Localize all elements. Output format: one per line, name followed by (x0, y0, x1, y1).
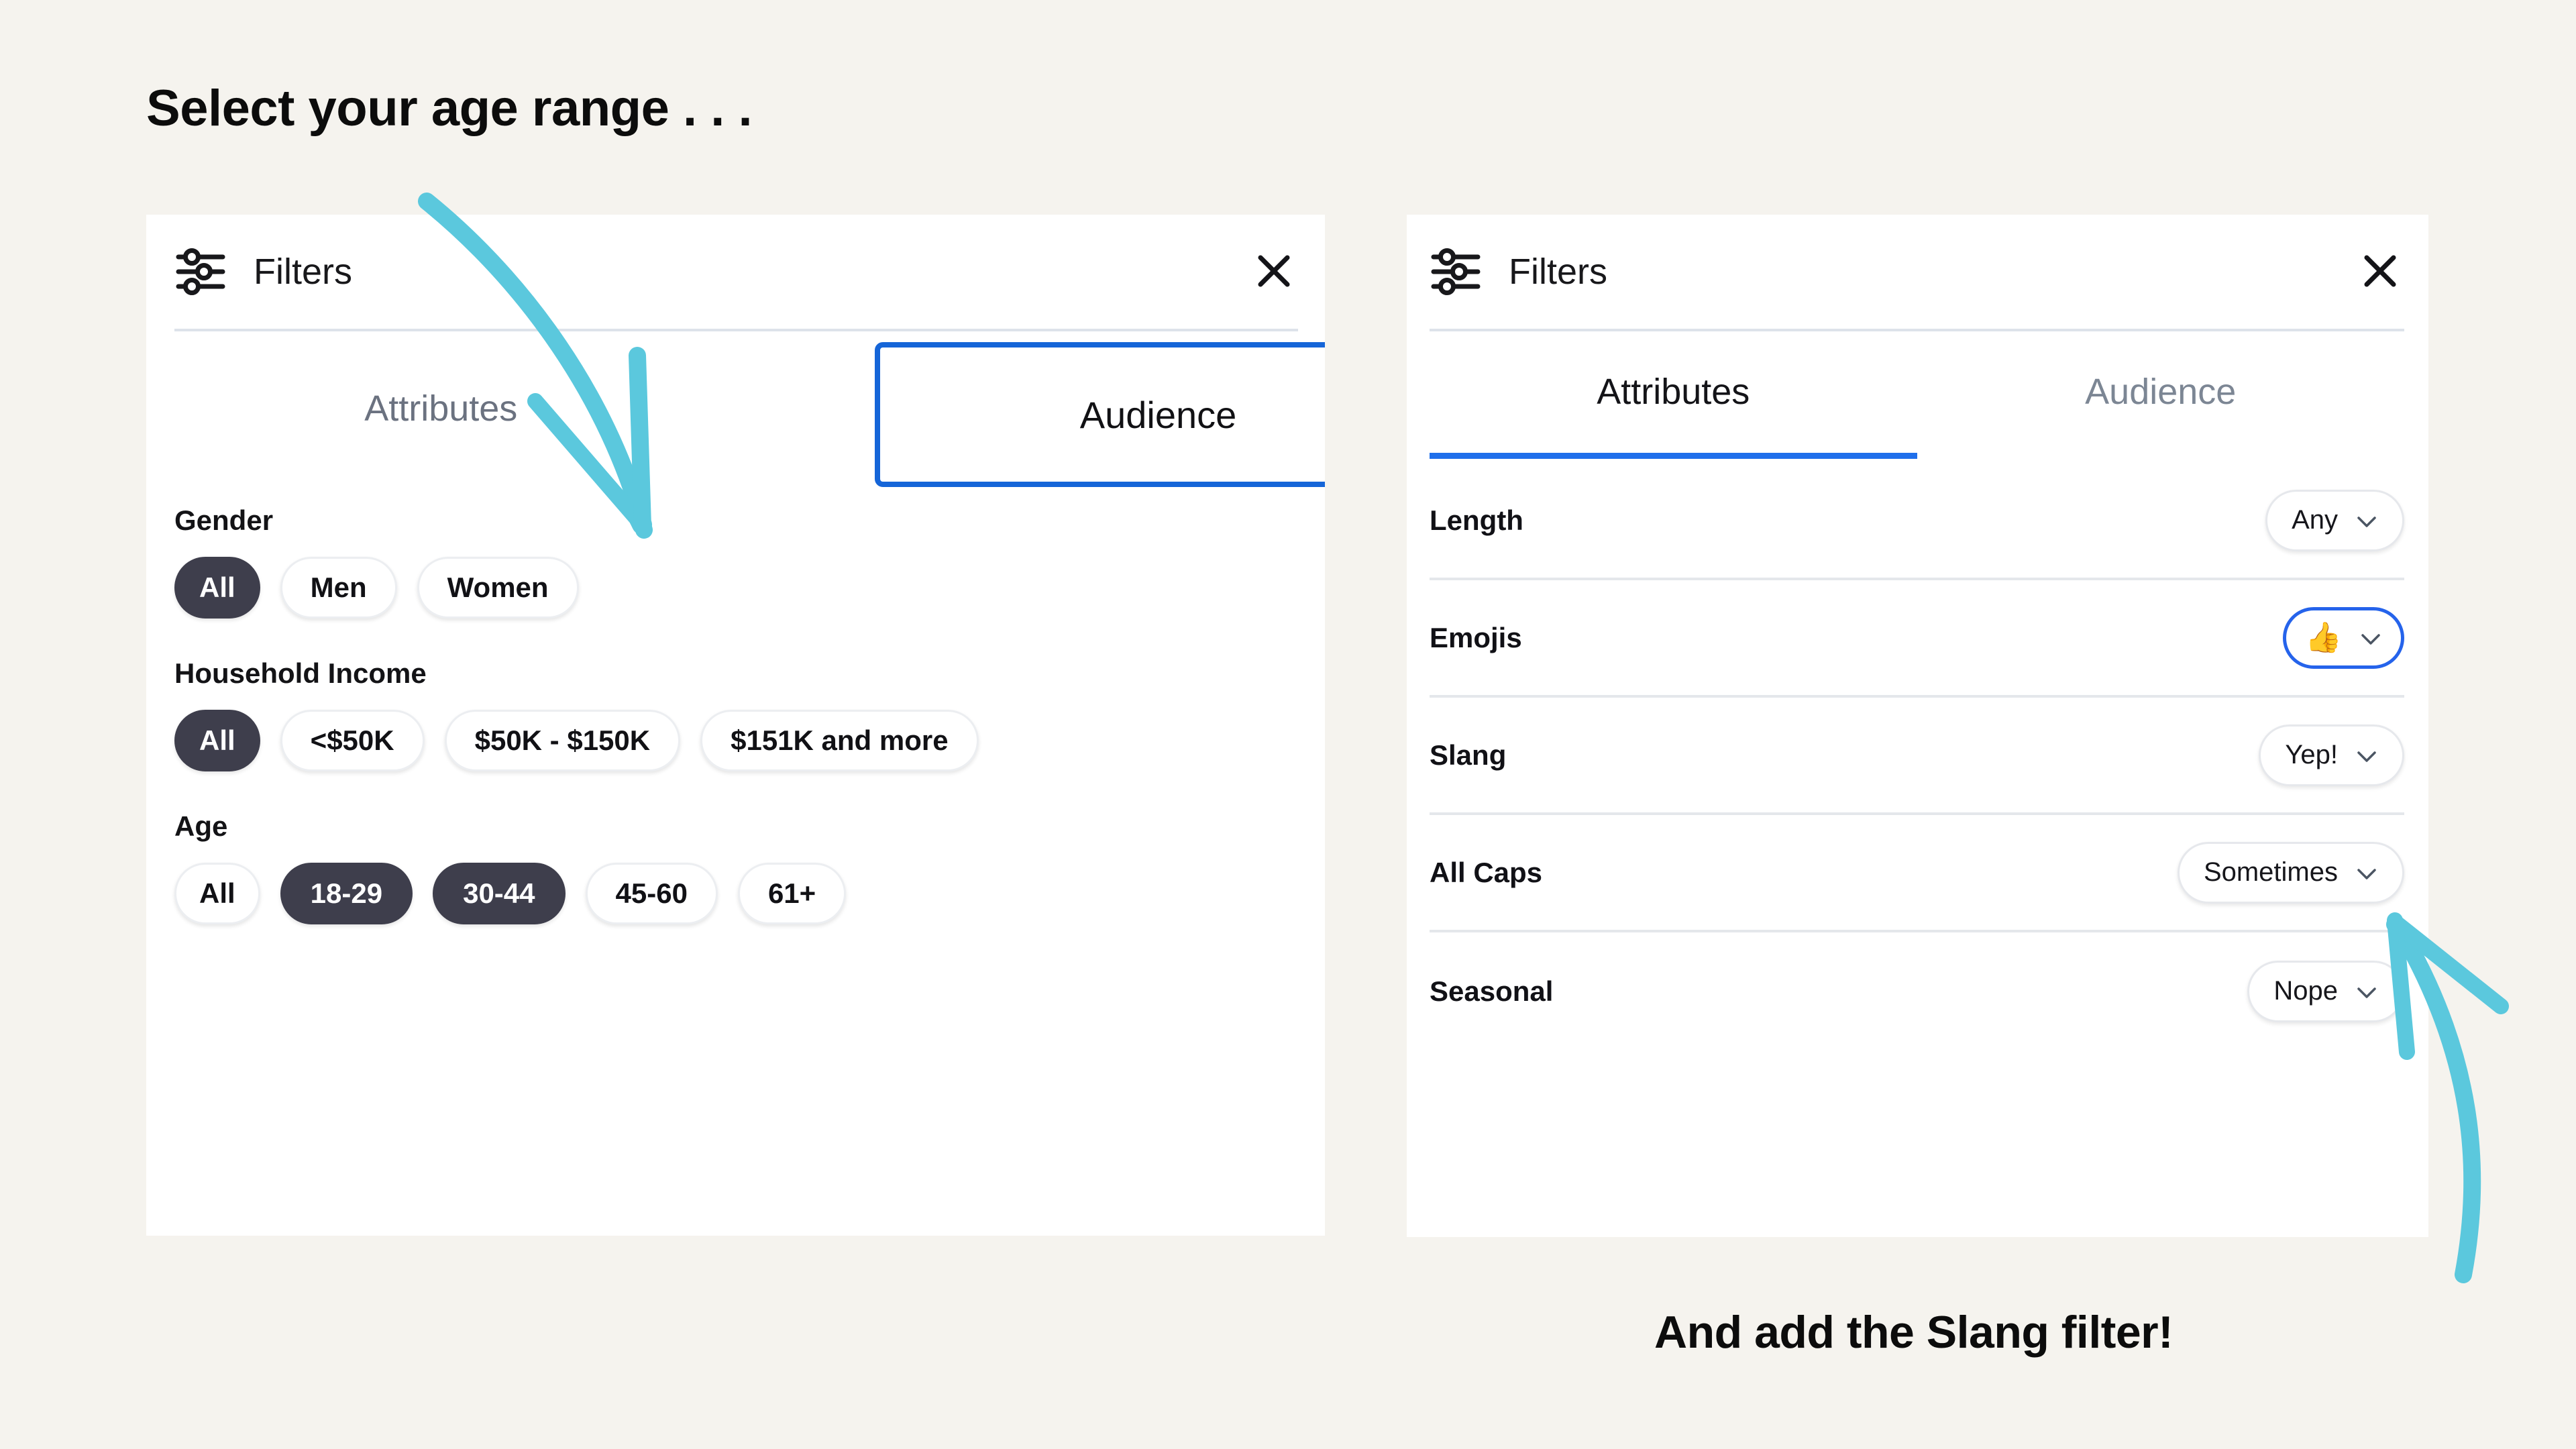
pill-gender-men[interactable]: Men (280, 557, 397, 619)
dropdown-value-length: Any (2292, 505, 2338, 535)
tab-audience-left[interactable]: Audience (875, 342, 1325, 487)
pill-row-age: All 18-29 30-44 45-60 61+ (174, 863, 1325, 924)
attribute-label-slang: Slang (1430, 739, 1507, 771)
filter-sliders-icon (174, 246, 227, 298)
group-label-age: Age (174, 810, 228, 842)
pill-age-61-plus[interactable]: 61+ (737, 863, 847, 924)
chevron-down-icon (2355, 744, 2378, 767)
attribute-label-all-caps: All Caps (1430, 856, 1543, 888)
bottom-caption: And add the Slang filter! (1654, 1307, 2174, 1358)
panel-title-right: Filters (1509, 252, 1607, 292)
filters-panel-audience: Filters Attributes Audience Gender All M… (146, 215, 1325, 1236)
pill-income-all[interactable]: All (174, 710, 260, 771)
filter-group-gender: Gender All Men Women (174, 504, 1325, 619)
close-icon (2360, 251, 2400, 293)
attribute-row-seasonal: Seasonal Nope (1430, 932, 2404, 1050)
tab-attributes-left[interactable]: Attributes (146, 331, 736, 486)
pill-row-household-income: All <$50K $50K - $150K $151K and more (174, 710, 1325, 771)
pill-age-18-29[interactable]: 18-29 (280, 863, 413, 924)
thumbs-up-icon: 👍 (2305, 621, 2342, 654)
dropdown-emojis[interactable]: 👍 (2283, 606, 2404, 669)
close-button-left[interactable] (1246, 244, 1302, 300)
close-button-right[interactable] (2352, 244, 2408, 300)
dropdown-value-slang: Yep! (2285, 740, 2338, 769)
attribute-row-slang: Slang Yep! (1430, 698, 2404, 815)
pill-age-45-60[interactable]: 45-60 (585, 863, 718, 924)
filters-panel-attributes: Filters Attributes Audience Length Any E… (1407, 215, 2428, 1237)
attribute-filters-body: Length Any Emojis 👍 Slang Yep! All Caps … (1407, 459, 2428, 1050)
top-caption: Select your age range . . . (146, 80, 753, 137)
attribute-label-length: Length (1430, 504, 1523, 536)
filter-sliders-icon (1430, 246, 1482, 298)
panel-title-left: Filters (254, 252, 352, 292)
panel-header-right: Filters (1407, 215, 2428, 329)
pill-income-151k-and-more[interactable]: $151K and more (700, 710, 979, 771)
dropdown-seasonal[interactable]: Nope (2247, 960, 2404, 1022)
pill-income-50k-150k[interactable]: $50K - $150K (444, 710, 681, 771)
dropdown-slang[interactable]: Yep! (2259, 724, 2404, 786)
pill-income-under-50k[interactable]: <$50K (280, 710, 425, 771)
pill-age-30-44[interactable]: 30-44 (433, 863, 566, 924)
tab-attributes-right[interactable]: Attributes (1430, 331, 1917, 459)
close-icon (1254, 251, 1294, 293)
chevron-down-icon (2355, 509, 2378, 532)
attribute-label-emojis: Emojis (1430, 621, 1522, 653)
attribute-row-length: Length Any (1430, 463, 2404, 580)
dropdown-value-seasonal: Nope (2273, 976, 2338, 1006)
chevron-down-icon (2355, 980, 2378, 1003)
dropdown-length[interactable]: Any (2265, 489, 2404, 551)
tab-audience-right[interactable]: Audience (1917, 331, 2405, 459)
pill-age-all[interactable]: All (174, 863, 260, 924)
filter-group-household-income: Household Income All <$50K $50K - $150K … (174, 657, 1325, 771)
pill-gender-women[interactable]: Women (417, 557, 579, 619)
chevron-down-icon (2359, 627, 2382, 649)
pill-gender-all[interactable]: All (174, 557, 260, 619)
attribute-label-seasonal: Seasonal (1430, 975, 1554, 1007)
dropdown-all-caps[interactable]: Sometimes (2177, 841, 2404, 904)
chevron-down-icon (2355, 861, 2378, 884)
panel-header-left: Filters (146, 215, 1325, 329)
audience-filters-body: Gender All Men Women Household Income Al… (146, 486, 1325, 924)
attribute-row-all-caps: All Caps Sometimes (1430, 815, 2404, 932)
group-label-household-income: Household Income (174, 657, 427, 689)
dropdown-value-all-caps: Sometimes (2203, 857, 2338, 887)
screenshot-root: Select your age range . . . Filters Attr… (0, 0, 2576, 1449)
filter-group-age: Age All 18-29 30-44 45-60 61+ (174, 810, 1325, 924)
attribute-row-emojis: Emojis 👍 (1430, 580, 2404, 698)
tab-bar-right: Attributes Audience (1430, 331, 2404, 459)
pill-row-gender: All Men Women (174, 557, 1325, 619)
tab-bar-left: Attributes Audience (146, 331, 1325, 487)
group-label-gender: Gender (174, 504, 274, 536)
